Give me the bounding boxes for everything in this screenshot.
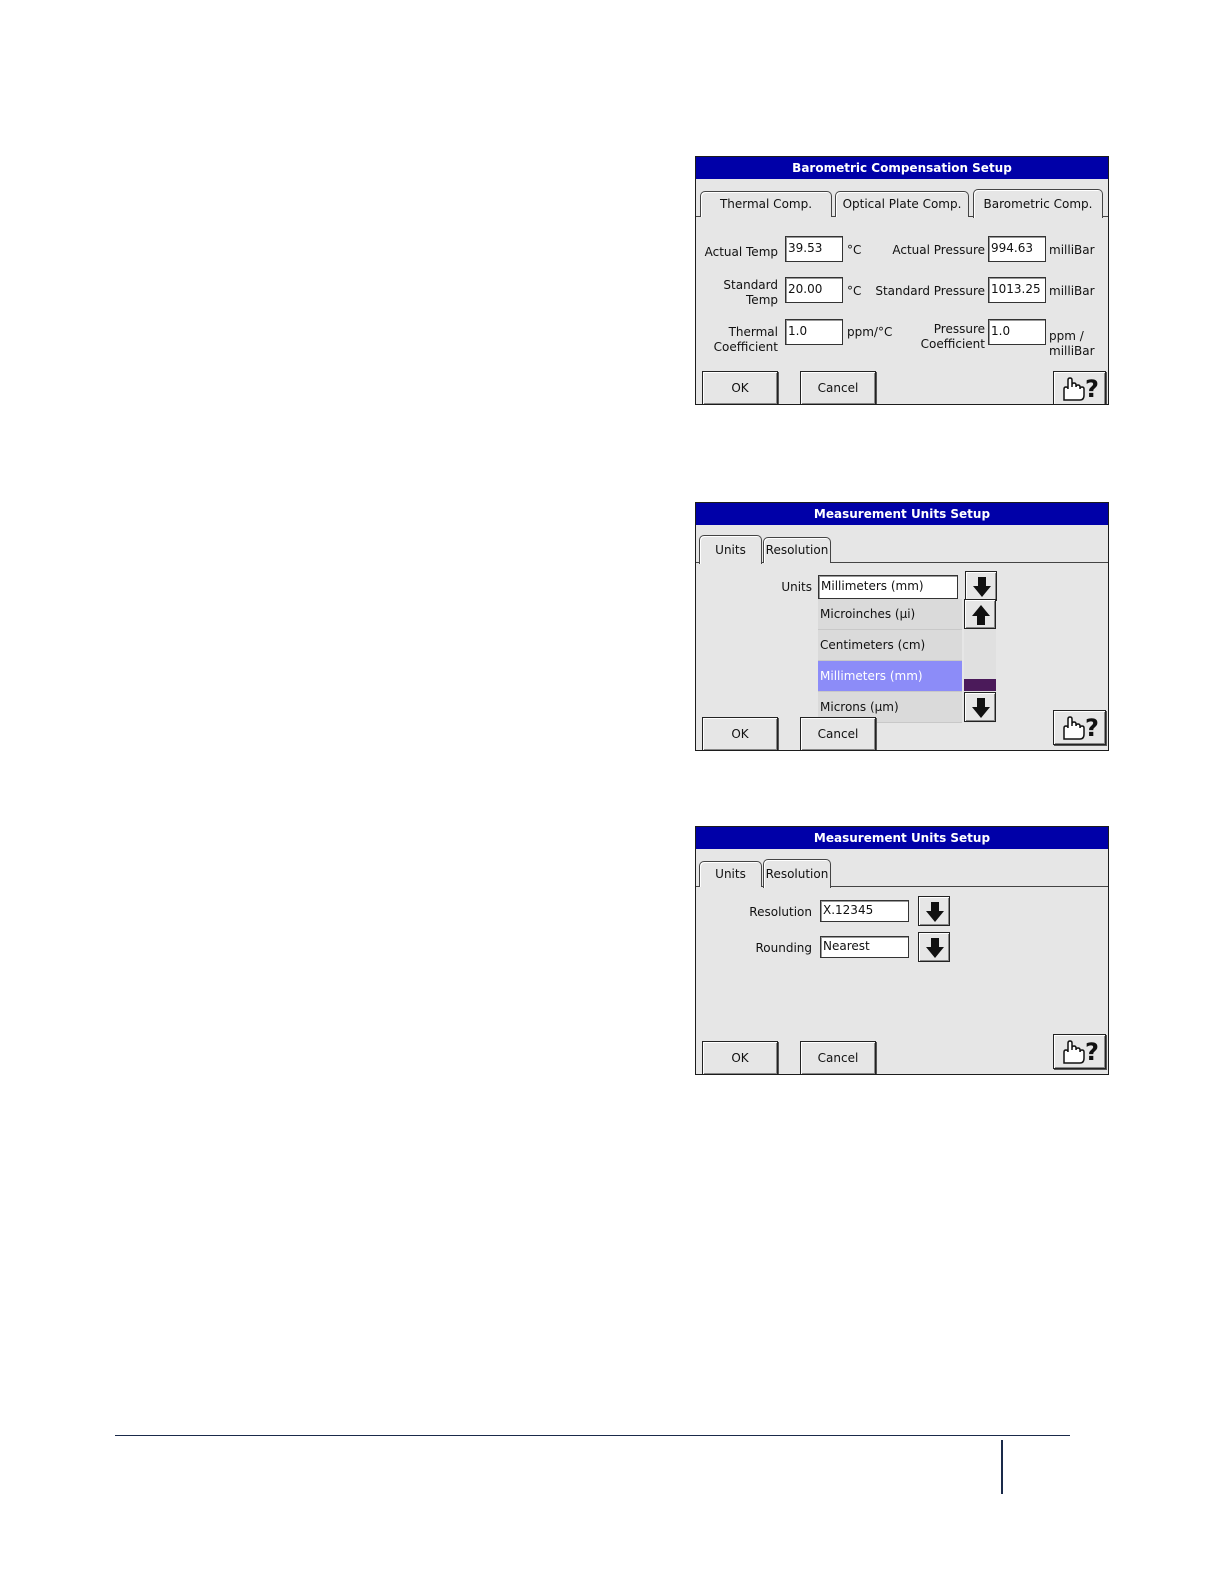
dialog-title: Measurement Units Setup xyxy=(696,827,1108,849)
dropdown-option-millimeters[interactable]: Millimeters (mm) xyxy=(818,661,962,692)
scroll-up-button[interactable] xyxy=(964,599,996,629)
barometric-compensation-dialog: Barometric Compensation Setup Thermal Co… xyxy=(695,156,1109,405)
cancel-button[interactable]: Cancel xyxy=(800,371,876,404)
cancel-button[interactable]: Cancel xyxy=(800,1041,876,1074)
resolution-label: Resolution xyxy=(749,905,812,919)
rounding-dropdown-button[interactable] xyxy=(918,932,950,962)
units-label: Units xyxy=(781,580,812,594)
standard-pressure-label: Standard Pressure xyxy=(875,284,985,298)
arrow-down-icon xyxy=(926,902,944,922)
units-dropdown-list: Microinches (µi) Centimeters (cm) Millim… xyxy=(818,599,962,723)
units-field[interactable]: Millimeters (mm) xyxy=(818,575,958,599)
actual-pressure-field[interactable]: 994.63 xyxy=(988,236,1046,262)
pressure-coeff-label-1: Pressure xyxy=(933,322,985,336)
actual-pressure-unit: milliBar xyxy=(1049,243,1095,257)
footer-vertical-rule xyxy=(1001,1440,1003,1494)
ok-button[interactable]: OK xyxy=(702,717,778,750)
thermal-coeff-field[interactable]: 1.0 xyxy=(785,319,843,345)
tab-strip: Units Resolution xyxy=(696,849,1108,888)
tab-resolution[interactable]: Resolution xyxy=(763,537,831,563)
hand-help-icon: ? xyxy=(1063,1038,1099,1066)
tab-units[interactable]: Units xyxy=(699,535,762,564)
help-button[interactable]: ? xyxy=(1053,710,1106,745)
arrow-down-icon xyxy=(972,698,990,718)
resolution-field[interactable]: X.12345 xyxy=(820,900,909,922)
standard-pressure-field[interactable]: 1013.25 xyxy=(988,277,1046,303)
actual-temp-label: Actual Temp xyxy=(704,245,778,259)
tab-strip: Thermal Comp. Optical Plate Comp. Barome… xyxy=(696,179,1108,218)
standard-temp-unit: °C xyxy=(847,284,862,298)
pressure-coeff-field[interactable]: 1.0 xyxy=(988,319,1046,345)
actual-temp-field[interactable]: 39.53 xyxy=(785,236,843,262)
tab-units[interactable]: Units xyxy=(699,861,762,887)
thermal-coeff-label-1: Thermal xyxy=(728,325,778,339)
actual-temp-unit: °C xyxy=(847,243,862,257)
arrow-down-icon xyxy=(926,938,944,958)
measurement-units-dialog-units: Measurement Units Setup Units Resolution… xyxy=(695,502,1109,751)
dialog-title: Measurement Units Setup xyxy=(696,503,1108,525)
svg-text:?: ? xyxy=(1085,714,1099,742)
thermal-coeff-unit: ppm/°C xyxy=(847,325,893,339)
pressure-coeff-label-2: Coefficient xyxy=(920,337,985,351)
svg-text:?: ? xyxy=(1085,375,1099,403)
help-button[interactable]: ? xyxy=(1053,371,1106,404)
cancel-button[interactable]: Cancel xyxy=(800,717,876,750)
measurement-units-dialog-resolution: Measurement Units Setup Units Resolution… xyxy=(695,826,1109,1075)
rounding-field[interactable]: Nearest xyxy=(820,936,909,958)
tab-optical-plate-comp[interactable]: Optical Plate Comp. xyxy=(835,191,969,217)
hand-help-icon: ? xyxy=(1063,714,1099,742)
tab-resolution[interactable]: Resolution xyxy=(763,859,831,888)
help-button[interactable]: ? xyxy=(1053,1034,1106,1069)
standard-temp-label-2: Temp xyxy=(746,293,778,307)
resolution-dropdown-button[interactable] xyxy=(918,896,950,926)
tab-barometric-comp[interactable]: Barometric Comp. xyxy=(973,189,1103,218)
tab-strip: Units Resolution xyxy=(696,525,1108,564)
arrow-down-icon xyxy=(973,577,991,597)
footer-divider xyxy=(115,1435,1070,1436)
dialog-title: Barometric Compensation Setup xyxy=(696,157,1108,179)
pressure-coeff-unit-1: ppm / xyxy=(1049,329,1084,343)
ok-button[interactable]: OK xyxy=(702,1041,778,1074)
rounding-label: Rounding xyxy=(755,941,812,955)
standard-pressure-unit: milliBar xyxy=(1049,284,1095,298)
dropdown-option-microinches[interactable]: Microinches (µi) xyxy=(818,599,962,630)
pressure-coeff-unit-2: milliBar xyxy=(1049,344,1095,358)
ok-button[interactable]: OK xyxy=(702,371,778,404)
dropdown-scrollbar[interactable] xyxy=(964,599,996,723)
svg-text:?: ? xyxy=(1085,1038,1099,1066)
hand-help-icon: ? xyxy=(1063,375,1099,403)
standard-temp-field[interactable]: 20.00 xyxy=(785,277,843,303)
units-dropdown-button[interactable] xyxy=(965,571,997,601)
scroll-down-button[interactable] xyxy=(964,692,996,722)
scroll-thumb[interactable] xyxy=(964,679,996,691)
actual-pressure-label: Actual Pressure xyxy=(892,243,985,257)
arrow-up-icon xyxy=(972,605,990,625)
thermal-coeff-label-2: Coefficient xyxy=(713,340,778,354)
dropdown-option-centimeters[interactable]: Centimeters (cm) xyxy=(818,630,962,661)
standard-temp-label-1: Standard xyxy=(723,278,778,292)
tab-thermal-comp[interactable]: Thermal Comp. xyxy=(700,191,832,217)
